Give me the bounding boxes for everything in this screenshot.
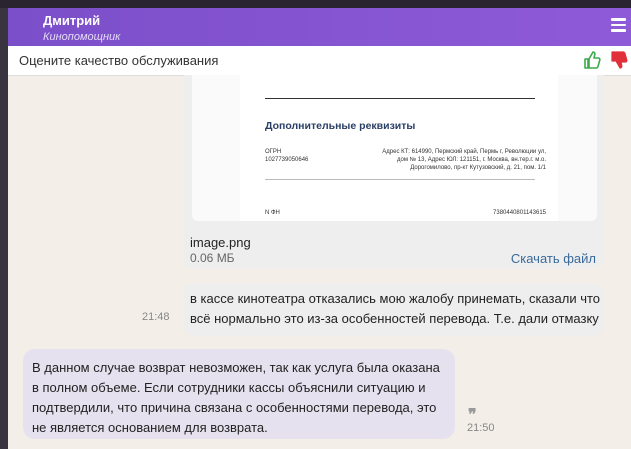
hamburger-menu-icon[interactable] [611, 18, 626, 32]
message-text: В данном случае возврат невозможен, так … [32, 360, 440, 435]
agent-name: Дмитрий [43, 13, 101, 28]
download-file-link[interactable]: Скачать файл [511, 251, 596, 266]
rating-bar: Оцените качество обслуживания [8, 46, 631, 76]
image-preview[interactable]: Дополнительные реквизиты ОГРН 1027739050… [192, 75, 597, 221]
address-line-2: дом № 13, Адрес ЮЛ: 121151, г. Москва, в… [397, 157, 546, 163]
chat-header: Дмитрий Кинопомощник [8, 8, 631, 46]
document-heading: Дополнительные реквизиты [265, 120, 416, 132]
divider [265, 98, 535, 99]
top-strip [0, 0, 631, 8]
file-message-bubble: Дополнительные реквизиты ОГРН 1027739050… [184, 75, 604, 269]
ogrn-label: ОГРН [265, 149, 282, 155]
file-name: image.png [190, 235, 251, 250]
outgoing-message-bubble: в кассе кинотеатра отказались мою жалобу… [184, 283, 604, 336]
message-time: 21:48 [142, 311, 170, 323]
ogrn-value: 1027739050646 [265, 157, 309, 163]
message-text: в кассе кинотеатра отказались мою жалобу… [190, 291, 601, 326]
fn-value: 7380440801143615 [493, 210, 546, 216]
divider [265, 179, 535, 180]
thumbs-down-icon[interactable] [610, 50, 628, 70]
rating-prompt: Оцените качество обслуживания [19, 53, 219, 68]
address-line-1: Адрес КТ: 614990, Пермский край, Пермь г… [382, 149, 546, 155]
thumbs-up-icon[interactable] [583, 50, 601, 70]
receipt-document: Дополнительные реквизиты ОГРН 1027739050… [240, 75, 558, 221]
message-time: 21:50 [467, 422, 495, 434]
fn-label: N ФН [265, 210, 280, 216]
agent-role: Кинопомощник [43, 31, 121, 43]
incoming-message-bubble: В данном случае возврат невозможен, так … [23, 349, 455, 439]
chat-window: Дмитрий Кинопомощник Оцените качество об… [8, 8, 631, 449]
file-size: 0.06 МБ [190, 251, 235, 265]
address-line-3: Дорогомилово, пр-кт Кутузовский, д. 21, … [410, 165, 546, 171]
